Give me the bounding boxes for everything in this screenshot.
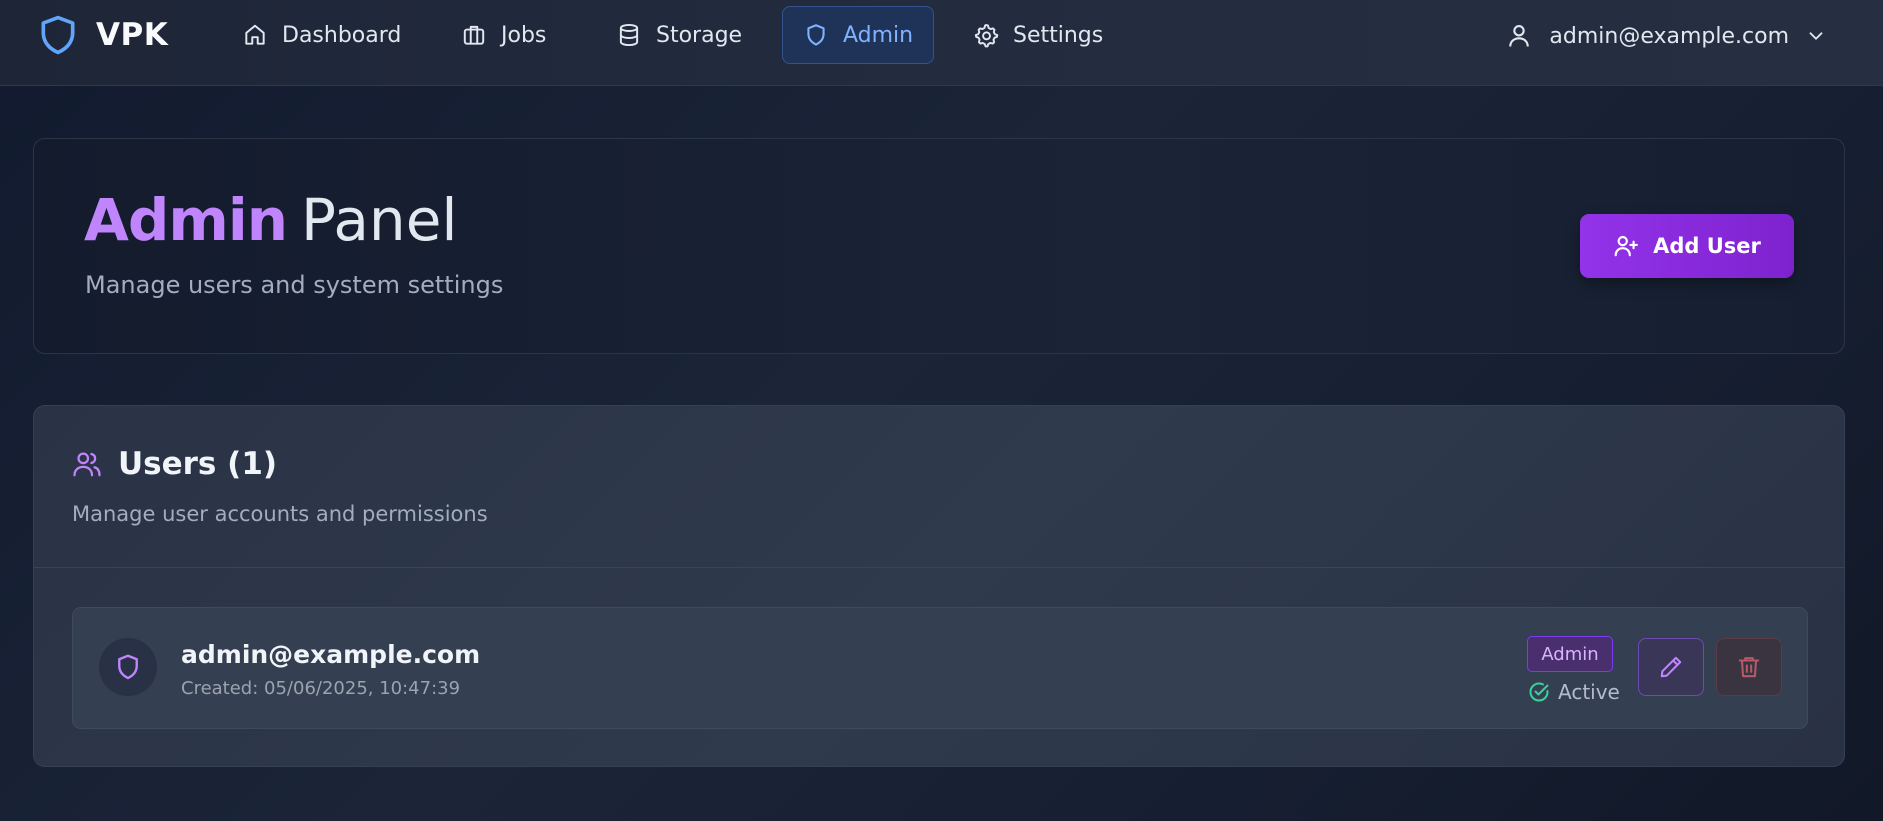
- gear-icon: [974, 24, 999, 48]
- users-title-text: Users (1): [118, 446, 278, 482]
- delete-user-button[interactable]: [1716, 638, 1782, 696]
- users-card-header: Users (1) Manage user accounts and permi…: [34, 406, 1844, 568]
- nav-item-dashboard[interactable]: Dashboard: [222, 6, 421, 64]
- nav-item-storage[interactable]: Storage: [596, 6, 762, 64]
- page-title-highlight: Admin: [84, 186, 288, 254]
- page-title-rest: Panel: [301, 186, 458, 254]
- page-subtitle: Manage users and system settings: [85, 271, 504, 299]
- shield-icon: [807, 24, 825, 46]
- user-menu[interactable]: admin@example.com: [1505, 16, 1827, 56]
- edit-user-button[interactable]: [1638, 638, 1704, 696]
- nav-label-dashboard: Dashboard: [282, 22, 402, 48]
- user-plus-icon: [1614, 235, 1639, 257]
- users-section-subtitle: Manage user accounts and permissions: [72, 502, 488, 526]
- user-list-item[interactable]: admin@example.com Created: 05/06/2025, 1…: [72, 607, 1808, 729]
- brand-name: VPK: [96, 17, 169, 53]
- status-label: Active: [1558, 680, 1620, 704]
- database-icon: [619, 23, 639, 47]
- nav-item-settings[interactable]: Settings: [953, 6, 1123, 64]
- admin-header-card: Admin Panel Manage users and system setti…: [33, 138, 1845, 354]
- add-user-label: Add User: [1653, 234, 1761, 258]
- user-created-date: Created: 05/06/2025, 10:47:39: [181, 678, 461, 699]
- nav-label-admin: Admin: [843, 22, 914, 48]
- brand-logo[interactable]: VPK: [36, 11, 168, 59]
- nav-label-storage: Storage: [656, 22, 743, 48]
- avatar: [99, 638, 157, 696]
- nav-label-jobs: Jobs: [501, 22, 547, 48]
- add-user-button[interactable]: Add User: [1580, 214, 1794, 278]
- page-title: Admin Panel: [84, 191, 458, 249]
- home-icon: [245, 24, 265, 45]
- users-section-title: Users (1): [72, 446, 277, 482]
- status-indicator: Active: [1527, 678, 1620, 706]
- shield-icon: [118, 654, 138, 680]
- check-circle-icon: [1529, 682, 1549, 702]
- pencil-icon: [1660, 656, 1682, 678]
- nav-label-settings: Settings: [1013, 22, 1104, 48]
- user-icon: [1509, 25, 1530, 47]
- chevron-down-icon: [1809, 32, 1823, 40]
- role-badge: Admin: [1527, 636, 1613, 672]
- top-navigation-bar: VPK Dashboard Jobs Storage Admin Setting…: [0, 0, 1883, 86]
- trash-icon: [1738, 657, 1760, 678]
- briefcase-icon: [463, 25, 485, 45]
- nav-item-jobs[interactable]: Jobs: [441, 6, 566, 64]
- users-card: Users (1) Manage user accounts and permi…: [33, 405, 1845, 767]
- nav-item-admin[interactable]: Admin: [782, 6, 935, 64]
- user-email-value: admin@example.com: [181, 640, 481, 669]
- user-email: admin@example.com: [1549, 23, 1789, 49]
- users-icon: [73, 452, 101, 477]
- shield-logo-icon: [41, 15, 75, 55]
